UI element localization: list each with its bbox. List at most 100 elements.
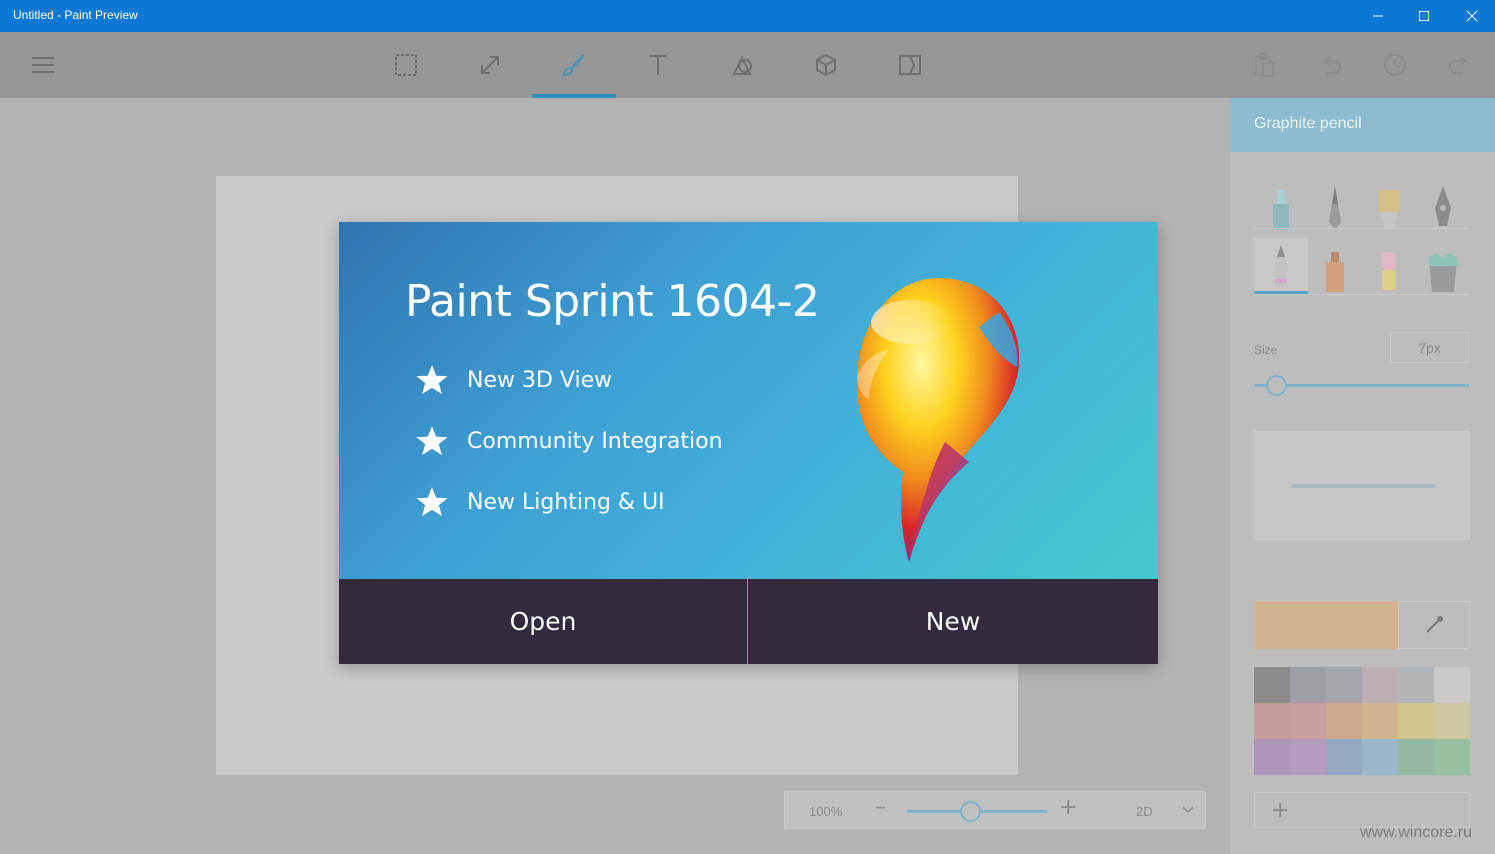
oil-brush[interactable]: [1362, 176, 1416, 232]
close-button[interactable]: [1449, 0, 1495, 32]
panel-title: Graphite pencil: [1230, 98, 1495, 152]
size-slider-thumb[interactable]: [1265, 375, 1287, 396]
fountain-pen-icon: [1435, 186, 1451, 226]
add-color-button[interactable]: +: [1254, 792, 1470, 828]
color-swatch[interactable]: [1398, 703, 1434, 739]
close-icon: [1466, 10, 1478, 22]
text-tool[interactable]: [616, 32, 700, 98]
spray-can-icon: [1326, 252, 1344, 292]
eyedropper-button[interactable]: [1398, 601, 1470, 649]
window-title: Untitled - Paint Preview: [13, 8, 138, 22]
brushes-tool[interactable]: [532, 32, 616, 98]
chevron-down-icon[interactable]: [1181, 804, 1195, 816]
color-swatch[interactable]: [1362, 739, 1398, 775]
graphite-pencil-brush[interactable]: [1254, 238, 1308, 294]
color-swatch[interactable]: [1434, 667, 1470, 703]
minimize-button[interactable]: [1355, 0, 1401, 32]
fill-bucket-brush[interactable]: [1416, 238, 1470, 294]
eyedropper-icon: [1426, 616, 1443, 633]
color-swatch[interactable]: [1326, 667, 1362, 703]
cube-icon: [816, 53, 836, 77]
color-swatch[interactable]: [1290, 667, 1326, 703]
marker-brush[interactable]: [1254, 176, 1308, 232]
zoom-percentage[interactable]: 100%: [809, 804, 842, 819]
redo-icon: [1449, 56, 1467, 74]
select-tool[interactable]: [364, 32, 448, 98]
color-swatch[interactable]: [1362, 703, 1398, 739]
welcome-banner: Paint Sprint 1604-2 New 3D View Communit…: [339, 222, 1158, 579]
color-swatch[interactable]: [1434, 703, 1470, 739]
calligraphy-pen-brush[interactable]: [1308, 176, 1362, 232]
oil-brush-icon: [1378, 190, 1400, 228]
hamburger-icon: [32, 57, 54, 73]
marquee-select-icon: [395, 54, 417, 76]
brush-row-divider: [1254, 294, 1470, 295]
color-swatch[interactable]: [1254, 703, 1290, 739]
current-color-swatch[interactable]: [1254, 601, 1398, 649]
resize-icon: [481, 56, 499, 74]
zoom-in-button[interactable]: +: [1059, 795, 1077, 820]
plus-icon: +: [1271, 797, 1290, 823]
minimize-icon: [1373, 15, 1383, 17]
size-label: Size: [1254, 343, 1278, 357]
redo-button[interactable]: [1418, 32, 1495, 98]
title-bar: Untitled - Paint Preview: [0, 0, 1495, 32]
marker-icon: [1273, 190, 1289, 230]
toolbar: [0, 32, 1495, 98]
shapes-icon: [732, 55, 752, 75]
preview-stroke: [1291, 484, 1435, 488]
feature-item: New 3D View: [415, 363, 612, 397]
star-icon: [416, 487, 448, 517]
feature-item: New Lighting & UI: [415, 485, 665, 519]
color-palette: [1254, 667, 1470, 775]
canvas-icon: [899, 55, 921, 75]
text-icon: [649, 55, 667, 75]
color-swatch[interactable]: [1398, 739, 1434, 775]
star-icon: [416, 426, 448, 456]
welcome-title: Paint Sprint 1604-2: [405, 276, 820, 327]
brush-panel: Graphite pencil Size 7px +: [1230, 98, 1495, 854]
zoom-slider-thumb[interactable]: [960, 801, 981, 822]
feature-item: Community Integration: [415, 424, 723, 458]
view-mode-select[interactable]: 2D: [1136, 804, 1153, 819]
open-button[interactable]: Open: [339, 579, 747, 664]
dialog-actions: Open New: [339, 579, 1158, 664]
color-swatch[interactable]: [1326, 703, 1362, 739]
size-input[interactable]: 7px: [1390, 332, 1469, 363]
stroke-preview: [1254, 431, 1470, 540]
history-icon: [1384, 54, 1406, 76]
menu-button[interactable]: [22, 53, 64, 77]
feature-label: New 3D View: [467, 367, 613, 393]
brush-icon: [561, 53, 586, 77]
zoom-out-button[interactable]: –: [875, 795, 886, 820]
color-swatch[interactable]: [1254, 739, 1290, 775]
maximize-icon: [1419, 11, 1429, 21]
color-swatch[interactable]: [1254, 667, 1290, 703]
color-swatch[interactable]: [1398, 667, 1434, 703]
color-swatch[interactable]: [1290, 703, 1326, 739]
new-button[interactable]: New: [748, 579, 1158, 664]
crop-tool[interactable]: [448, 32, 532, 98]
paint-bucket-icon: [1429, 254, 1457, 292]
eraser-brush[interactable]: [1362, 238, 1416, 294]
undo-icon: [1323, 56, 1341, 74]
fountain-pen-brush[interactable]: [1416, 176, 1470, 232]
effects-tool[interactable]: [868, 32, 952, 98]
color-swatch[interactable]: [1362, 667, 1398, 703]
3d-objects-tool[interactable]: [784, 32, 868, 98]
zoom-bar: 100% – + 2D: [784, 791, 1206, 829]
brush-row-divider: [1254, 228, 1470, 229]
paint-logo-icon: [856, 278, 1020, 562]
maximize-button[interactable]: [1401, 0, 1447, 32]
color-swatch[interactable]: [1326, 739, 1362, 775]
watermark: www.wincore.ru: [1360, 824, 1473, 841]
pen-icon: [1329, 186, 1341, 230]
spray-can-brush[interactable]: [1308, 238, 1362, 294]
stickers-tool[interactable]: [700, 32, 784, 98]
pencil-icon: [1275, 245, 1287, 287]
eraser-icon: [1382, 252, 1396, 290]
clipboard-icon: [1255, 53, 1274, 77]
color-swatch[interactable]: [1290, 739, 1326, 775]
color-swatch[interactable]: [1434, 739, 1470, 775]
welcome-dialog: Paint Sprint 1604-2 New 3D View Communit…: [339, 222, 1158, 664]
